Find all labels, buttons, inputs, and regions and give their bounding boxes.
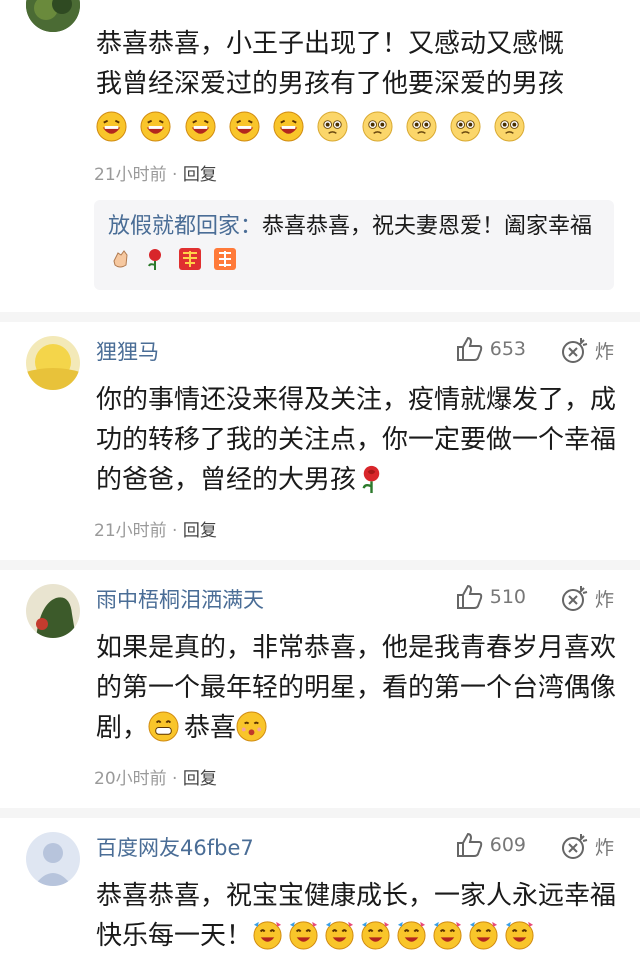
like-count: 653 — [489, 338, 526, 360]
celebrate-emoji-icon — [325, 921, 354, 950]
comment-text-line: 恭喜恭喜，小王子出现了！又感动又感慨 — [96, 29, 565, 59]
kissing-emoji-icon — [236, 711, 267, 742]
celebrate-emoji-icon — [361, 921, 390, 950]
bomb-icon — [561, 586, 588, 611]
sub-reply-username[interactable]: 放假就都回家 — [108, 214, 240, 239]
comment-text: 如果是真的，非常恭喜，他是我青春岁月喜欢的第一个最年轻的明星，看的第一个台湾偶像… — [96, 628, 616, 748]
laughing-emoji-icon — [273, 111, 304, 142]
timestamp: 20小时前 — [94, 769, 167, 789]
zha-label: 炸 — [594, 836, 614, 859]
separator-dot: · — [172, 521, 178, 541]
rose-emoji-icon — [148, 249, 161, 270]
grinning-emoji-icon — [148, 711, 179, 742]
comment-meta: 21小时前 · 回复 — [94, 516, 217, 541]
celebrate-emoji-icon — [397, 921, 426, 950]
zha-label: 炸 — [594, 340, 614, 363]
pleading-emoji-icon — [406, 111, 437, 142]
celebrate-emoji-icon — [289, 921, 318, 950]
zha-button[interactable]: 炸 — [561, 584, 614, 612]
sub-reply-separator: ： — [240, 214, 263, 239]
avatar[interactable] — [26, 832, 80, 886]
username[interactable]: 狸狸马 — [96, 336, 159, 366]
comment-text: 恭喜恭喜，小王子出现了！又感动又感慨 我曾经深爱过的男孩有了他要深爱的男孩 — [96, 24, 616, 148]
like-button[interactable]: 653 — [456, 336, 526, 362]
timestamp: 21小时前 — [94, 165, 167, 185]
emoji-row — [96, 108, 616, 148]
reply-button[interactable]: 回复 — [183, 165, 217, 185]
celebrate-emoji-icon — [433, 921, 462, 950]
celebrate-emoji-icon — [469, 921, 498, 950]
celebrate-emoji-icon — [505, 921, 534, 950]
celebrate-emoji-icon — [253, 921, 282, 950]
zha-button[interactable]: 炸 — [561, 336, 614, 364]
praise-sticker-icon — [214, 248, 236, 270]
thumbs-up-icon — [456, 832, 482, 857]
separator-dot: · — [172, 165, 178, 185]
clap-emoji-icon — [113, 250, 128, 268]
comment-text: 恭喜恭喜，祝宝宝健康成长，一家人永远幸福快乐每一天！ — [96, 876, 616, 956]
comment-text-tail: 恭喜 — [184, 713, 237, 743]
laughing-emoji-icon — [96, 111, 127, 142]
pleading-emoji-icon — [317, 111, 348, 142]
zha-label: 炸 — [594, 588, 614, 611]
sub-reply-text: 恭喜恭喜，祝夫妻恩爱！阖家幸福 — [262, 214, 593, 239]
reply-button[interactable]: 回复 — [183, 769, 217, 789]
double-happiness-icon — [179, 248, 201, 270]
zha-button[interactable]: 炸 — [561, 832, 614, 860]
bomb-icon — [561, 834, 588, 859]
pleading-emoji-icon — [494, 111, 525, 142]
divider — [0, 808, 640, 818]
sub-reply[interactable]: 放假就都回家：恭喜恭喜，祝夫妻恩爱！阖家幸福 — [94, 200, 614, 290]
thumbs-up-icon — [456, 584, 482, 609]
divider — [0, 560, 640, 570]
comment-text-body: 恭喜恭喜，祝宝宝健康成长，一家人永远幸福快乐每一天！ — [96, 881, 617, 951]
username[interactable]: 雨中梧桐泪洒满天 — [96, 584, 264, 614]
comment-text-line: 我曾经深爱过的男孩有了他要深爱的男孩 — [96, 69, 565, 99]
laughing-emoji-icon — [185, 111, 216, 142]
separator-dot: · — [172, 769, 178, 789]
username[interactable]: 百度网友46fbe7 — [96, 832, 254, 862]
rose-emoji-icon — [362, 465, 380, 494]
avatar[interactable] — [26, 336, 80, 390]
comment-text: 你的事情还没来得及关注，疫情就爆发了，成功的转移了我的关注点，你一定要做一个幸福… — [96, 380, 616, 500]
comment-meta: 21小时前 · 回复 — [94, 160, 217, 185]
avatar[interactable] — [26, 584, 80, 638]
comment-meta: 20小时前 · 回复 — [94, 764, 217, 789]
pleading-emoji-icon — [362, 111, 393, 142]
laughing-emoji-icon — [229, 111, 260, 142]
divider — [0, 312, 640, 322]
like-button[interactable]: 510 — [456, 584, 526, 610]
thumbs-up-icon — [456, 336, 482, 361]
like-count: 609 — [489, 834, 526, 856]
bomb-icon — [561, 338, 588, 363]
reply-button[interactable]: 回复 — [183, 521, 217, 541]
avatar[interactable] — [26, 0, 80, 32]
timestamp: 21小时前 — [94, 521, 167, 541]
like-button[interactable]: 609 — [456, 832, 526, 858]
like-count: 510 — [489, 586, 526, 608]
pleading-emoji-icon — [450, 111, 481, 142]
laughing-emoji-icon — [140, 111, 171, 142]
